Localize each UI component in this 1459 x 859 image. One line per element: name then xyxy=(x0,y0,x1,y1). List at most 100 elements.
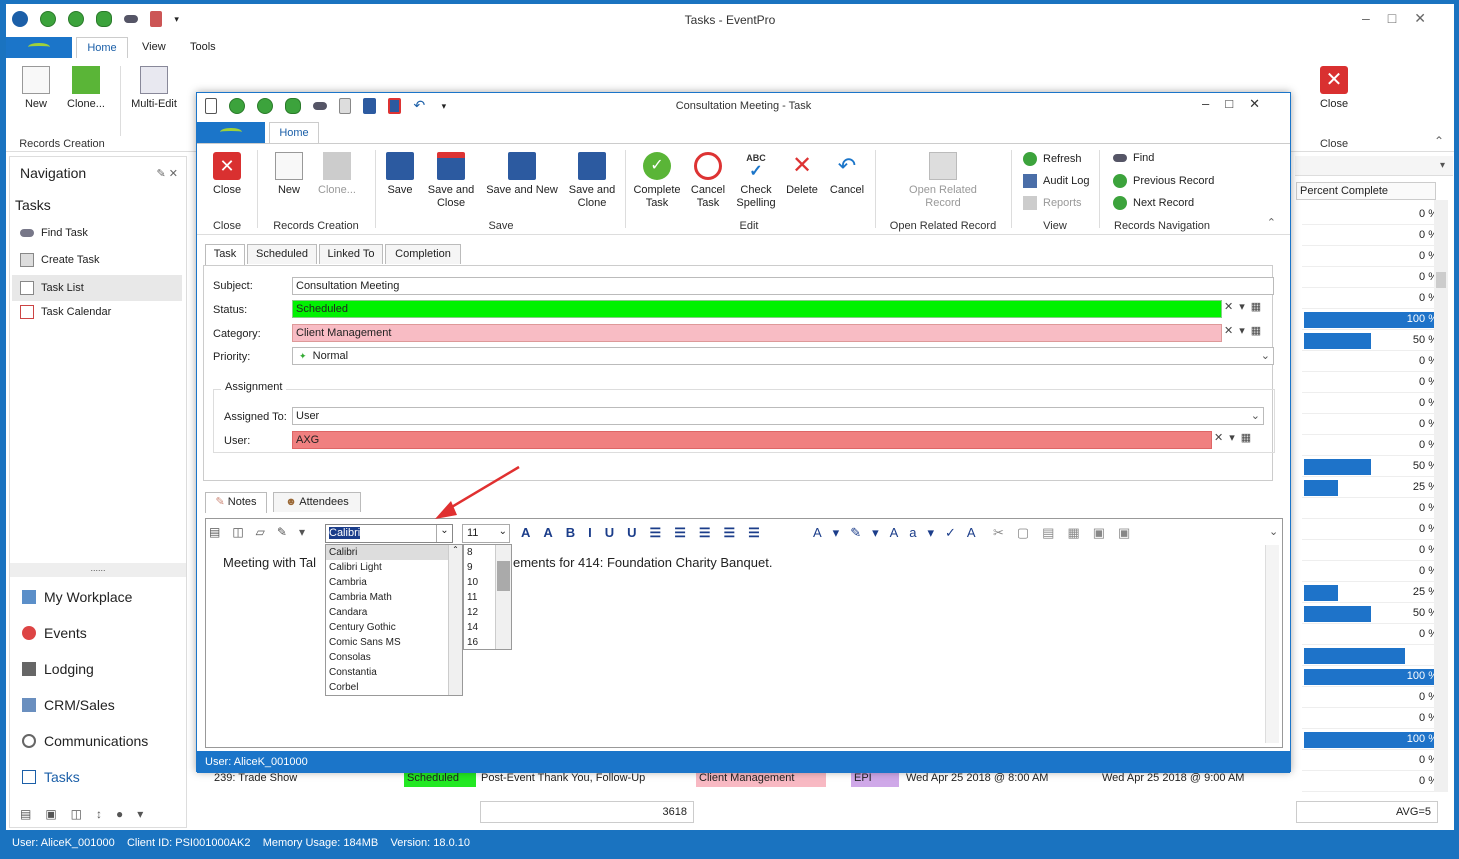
dialog-file-tab[interactable] xyxy=(197,122,265,143)
font-option[interactable]: Corbel xyxy=(326,680,462,695)
percent-complete-cell[interactable]: 0 % xyxy=(1302,414,1442,435)
category-field-buttons[interactable]: ✕▾▦ xyxy=(1224,324,1267,337)
font-name-dropdown[interactable]: Calibri Calibri Light Cambria Cambria Ma… xyxy=(325,544,463,696)
priority-field[interactable]: ✦ Normal ⌄ xyxy=(292,347,1274,365)
percent-complete-cell[interactable]: 0 % xyxy=(1302,708,1442,729)
nav-task-list[interactable]: Task List xyxy=(12,275,182,301)
percent-complete-cell[interactable]: 0 % xyxy=(1302,561,1442,582)
editor-file-icons[interactable]: ▤◫▱✎▾ xyxy=(209,525,317,539)
attendees-tab[interactable]: ☻ Attendees xyxy=(273,492,361,512)
font-option[interactable]: Constantia xyxy=(326,665,462,680)
cancel-task-button[interactable]: Cancel Task xyxy=(687,152,729,210)
font-option[interactable]: Candara xyxy=(326,605,462,620)
nav-my-workplace[interactable]: My Workplace xyxy=(22,589,132,605)
nav-find-task[interactable]: Find Task xyxy=(20,227,88,239)
font-option[interactable]: Comic Sans MS xyxy=(326,635,462,650)
percent-complete-cell[interactable]: 0 % xyxy=(1302,498,1442,519)
size-list-scrollbar[interactable] xyxy=(495,545,511,649)
status-field-buttons[interactable]: ✕▾▦ xyxy=(1224,300,1267,313)
toolbar-overflow-icon[interactable]: ⌄ xyxy=(1269,525,1278,538)
multi-edit-button[interactable]: Multi-Edit xyxy=(130,66,178,111)
percent-complete-cell[interactable]: 25 % xyxy=(1302,582,1442,603)
percent-complete-cell[interactable]: 0 % xyxy=(1302,393,1442,414)
nav-events[interactable]: Events xyxy=(22,625,87,641)
nav-overflow-icons[interactable]: ▤▣◫↕●▾ xyxy=(20,807,157,821)
percent-complete-cell[interactable]: 100 % xyxy=(1302,309,1442,330)
percent-complete-cell[interactable]: 0 % xyxy=(1302,225,1442,246)
main-new-button[interactable]: New xyxy=(20,66,52,111)
nav-communications[interactable]: Communications xyxy=(22,733,148,749)
font-option[interactable]: Calibri Light xyxy=(326,560,462,575)
color-toolbar[interactable]: A▾✎▾Aa▾✓A xyxy=(813,525,987,541)
percent-complete-cell[interactable]: 0 % xyxy=(1302,246,1442,267)
nav-crm-sales[interactable]: CRM/Sales xyxy=(22,697,115,713)
percent-complete-cell[interactable]: 50 % xyxy=(1302,456,1442,477)
note-text-left[interactable]: Meeting with Tal xyxy=(223,555,316,570)
font-option[interactable]: Consolas xyxy=(326,650,462,665)
percent-complete-cell[interactable]: 0 % xyxy=(1302,372,1442,393)
nav-tasks[interactable]: Tasks xyxy=(22,769,80,785)
form-tab-task[interactable]: Task xyxy=(205,244,245,265)
clipboard-toolbar[interactable]: ✂▢▤▦▣▣ xyxy=(993,525,1143,541)
font-option[interactable]: Cambria xyxy=(326,575,462,590)
percent-complete-cell[interactable]: 50 % xyxy=(1302,603,1442,624)
nav-pin-close-icons[interactable]: ✎ ✕ xyxy=(157,167,179,180)
main-tab-tools[interactable]: Tools xyxy=(190,41,216,53)
save-button[interactable]: Save xyxy=(383,152,417,197)
percent-complete-cell[interactable]: 100 % xyxy=(1302,729,1442,750)
grid-scrollbar[interactable] xyxy=(1434,200,1448,792)
user-field[interactable]: AXG xyxy=(292,431,1212,449)
note-text-right[interactable]: ements for 414: Foundation Charity Banqu… xyxy=(513,555,772,570)
main-close-button[interactable]: ✕ Close xyxy=(1318,66,1350,111)
main-tab-home[interactable]: Home xyxy=(76,37,128,58)
save-and-close-button[interactable]: Save and Close xyxy=(423,152,479,210)
font-option[interactable]: Century Gothic xyxy=(326,620,462,635)
nav-task-calendar[interactable]: Task Calendar xyxy=(20,305,111,319)
nav-lodging[interactable]: Lodging xyxy=(22,661,94,677)
percent-complete-cell[interactable]: 0 % xyxy=(1302,519,1442,540)
user-field-buttons[interactable]: ✕▾▦ xyxy=(1214,431,1257,444)
nav-splitter[interactable]: ...... xyxy=(10,563,186,577)
dialog-new-button[interactable]: New xyxy=(271,152,307,197)
audit-log-button[interactable]: Audit Log xyxy=(1023,174,1089,188)
font-option[interactable]: Cambria Math xyxy=(326,590,462,605)
subject-field[interactable]: Consultation Meeting xyxy=(292,277,1274,295)
main-tab-view[interactable]: View xyxy=(142,41,166,53)
save-and-clone-button[interactable]: Save and Clone xyxy=(565,152,619,210)
dialog-close-button[interactable]: ✕ Close xyxy=(209,152,245,197)
cancel-button[interactable]: ↶ Cancel xyxy=(827,152,867,197)
percent-complete-cell[interactable]: 25 % xyxy=(1302,477,1442,498)
form-tab-completion[interactable]: Completion xyxy=(385,244,461,264)
nav-create-task[interactable]: Create Task xyxy=(20,253,100,267)
dialog-clone-button[interactable]: Clone... xyxy=(313,152,361,197)
main-clone-button[interactable]: Clone... xyxy=(62,66,110,111)
percent-complete-cell[interactable]: 0 % xyxy=(1302,687,1442,708)
font-option[interactable]: Calibri xyxy=(326,545,462,560)
check-spelling-button[interactable]: ABC ✓ Check Spelling xyxy=(733,152,779,210)
percent-complete-cell[interactable]: 0 % xyxy=(1302,435,1442,456)
form-tab-linked-to[interactable]: Linked To xyxy=(319,244,383,264)
font-size-dropdown[interactable]: 8 9 10 11 12 14 16 xyxy=(463,544,512,650)
status-field[interactable]: Scheduled xyxy=(292,300,1222,318)
delete-button[interactable]: ✕ Delete xyxy=(783,152,821,197)
format-toolbar[interactable]: AABIUU☰☰☰☰☰ xyxy=(521,525,773,541)
percent-complete-cell[interactable]: 100 % xyxy=(1302,666,1442,687)
next-record-button[interactable]: Next Record xyxy=(1113,196,1194,210)
window-controls[interactable]: –□✕ xyxy=(1362,10,1444,27)
find-button[interactable]: Find xyxy=(1113,152,1154,164)
complete-task-button[interactable]: ✓ Complete Task xyxy=(631,152,683,210)
font-name-combo[interactable]: Calibri ⌄ xyxy=(325,524,453,543)
open-related-record-button[interactable]: Open Related Record xyxy=(903,152,983,210)
percent-complete-cell[interactable]: 0 % xyxy=(1302,624,1442,645)
dialog-ribbon-collapse-icon[interactable]: ⌃ xyxy=(1267,216,1276,229)
reports-button[interactable]: Reports xyxy=(1023,196,1082,210)
percent-complete-cell[interactable]: 0 % xyxy=(1302,351,1442,372)
file-tab[interactable] xyxy=(6,37,72,58)
font-list-scrollbar[interactable]: ⌃ xyxy=(448,545,462,695)
ribbon-collapse-icon[interactable]: ⌃ xyxy=(1434,134,1444,148)
editor-scrollbar[interactable] xyxy=(1265,545,1279,743)
save-and-new-button[interactable]: Save and New xyxy=(485,152,559,197)
font-size-combo[interactable]: 11 ⌄ xyxy=(462,524,510,543)
percent-complete-cell[interactable]: 50 % xyxy=(1302,330,1442,351)
refresh-button[interactable]: Refresh xyxy=(1023,152,1082,166)
